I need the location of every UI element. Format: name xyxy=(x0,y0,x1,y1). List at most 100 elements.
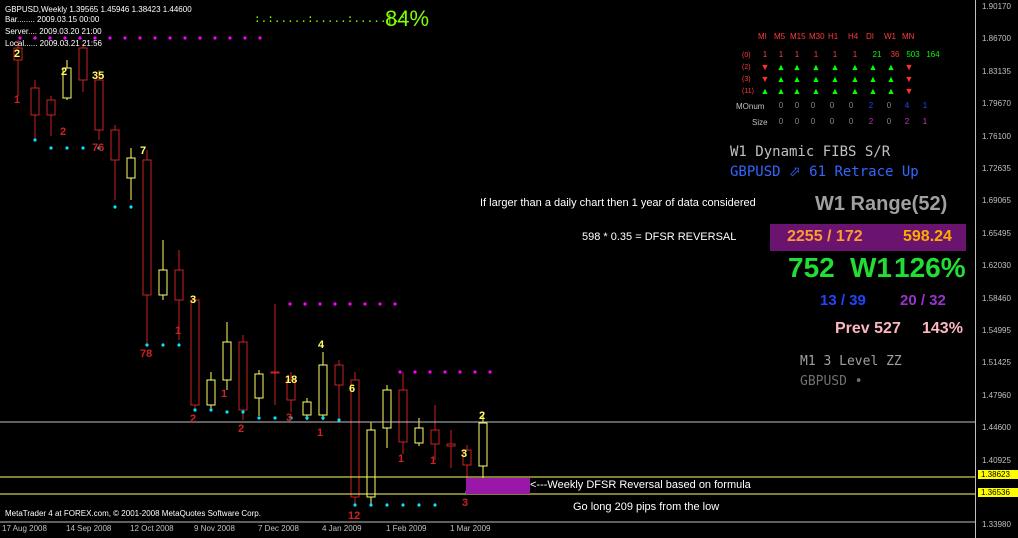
magenta-dot xyxy=(153,36,157,40)
date-axis-label: 1 Feb 2009 xyxy=(386,524,427,533)
price-tag: 1.38623 xyxy=(978,470,1018,479)
candles-layer xyxy=(13,40,488,505)
candle-label: 1 xyxy=(398,453,405,465)
magenta-dot xyxy=(288,302,292,306)
tf-arrow-icon: ▲ xyxy=(792,62,802,72)
tf-row0-value: 36 xyxy=(890,50,900,59)
range-big-pips: 752 xyxy=(788,252,835,283)
candle-body xyxy=(238,341,248,411)
candle-label: 7 xyxy=(140,145,147,157)
cyan-dot xyxy=(417,503,421,507)
magenta-dot xyxy=(198,36,202,40)
server-info: Server.... 2009.03.20 21:00 xyxy=(5,27,102,36)
candle-label: 1 xyxy=(317,427,324,439)
candle-body xyxy=(254,373,264,399)
footer-copyright: MetaTrader 4 at FOREX.com, © 2001-2008 M… xyxy=(5,509,261,518)
candle-label: 3 xyxy=(461,448,468,460)
tf-row0-value: 1 xyxy=(813,50,819,59)
golong-annotation: Go long 209 pips from the low xyxy=(573,501,720,513)
candle-label: 3 xyxy=(286,412,293,424)
tf-row0-value: 503 xyxy=(906,50,920,59)
tf-header: H4 xyxy=(848,32,859,41)
candle-label: 1 xyxy=(221,388,228,400)
cyan-dot xyxy=(177,343,181,347)
candle-label: 1 xyxy=(430,455,437,467)
candle-label: 2 xyxy=(479,410,486,422)
tf-arrow-icon: ▲ xyxy=(868,74,878,84)
tf-arrow-icon: ▲ xyxy=(850,74,860,84)
tf-arrow-icon: ▲ xyxy=(811,74,821,84)
cyan-dot xyxy=(401,503,405,507)
candle-body xyxy=(430,429,440,445)
magenta-dot xyxy=(213,36,217,40)
size-value: 0 xyxy=(848,117,854,126)
cyan-dot xyxy=(33,138,37,142)
tf-row-label: (2) xyxy=(742,64,751,71)
tf-header: MN xyxy=(902,32,915,41)
zz-symbol: GBPUSD • xyxy=(800,374,863,389)
magenta-dot xyxy=(108,36,112,40)
price-axis-label: 1.90170 xyxy=(982,2,1011,11)
cyan-dot xyxy=(65,146,69,150)
tf-arrow-icon: ▲ xyxy=(850,62,860,72)
price-axis-label: 1.69065 xyxy=(982,196,1011,206)
date-axis-label: 12 Oct 2008 xyxy=(130,524,174,533)
cyan-dot xyxy=(257,416,261,420)
tf-header: M5 xyxy=(774,32,786,41)
range-ratio: 2255 / 172 xyxy=(787,228,863,245)
tf-arrow-icon: ▲ xyxy=(830,62,840,72)
cyan-dot xyxy=(161,343,165,347)
monum-value: 0 xyxy=(848,101,854,110)
tf-row0-value: 21 xyxy=(872,50,882,59)
candle-body xyxy=(46,99,56,116)
magenta-dot xyxy=(488,370,492,374)
candle-label: 18 xyxy=(285,374,298,386)
tf-header: DI xyxy=(866,32,874,41)
tf-arrow-icon: ▼ xyxy=(904,74,914,84)
price-axis-label: 1.51425 xyxy=(982,358,1011,368)
size-value: 1 xyxy=(922,117,928,126)
range-right-ratio: 20 / 32 xyxy=(900,292,946,309)
range-prev: Prev 527 xyxy=(835,320,901,337)
range-big-tf: W1 xyxy=(850,252,892,283)
cyan-dot xyxy=(305,416,309,420)
candle-body xyxy=(222,341,232,381)
cyan-dot xyxy=(113,205,117,209)
candle-label: 2 xyxy=(238,423,245,435)
range-formula: 598 * 0.35 = DFSR REVERSAL xyxy=(582,231,737,243)
magenta-dot xyxy=(303,302,307,306)
cyan-dot xyxy=(337,418,341,422)
price-axis-label: 1.62030 xyxy=(982,261,1011,271)
tf-arrow-icon: ▼ xyxy=(904,86,914,96)
cyan-dot xyxy=(145,343,149,347)
candle-body xyxy=(414,427,424,444)
price-axis-label: 1.54995 xyxy=(982,326,1011,335)
reversal-annotation: <---Weekly DFSR Reversal based on formul… xyxy=(530,479,751,491)
candle-label: 2 xyxy=(60,126,67,138)
date-axis-label: 17 Aug 2008 xyxy=(2,524,47,533)
tf-arrow-icon: ▲ xyxy=(886,74,896,84)
date-axis-label: 14 Sep 2008 xyxy=(66,524,112,533)
candle-label: 78 xyxy=(140,348,153,360)
magenta-dot xyxy=(348,302,352,306)
date-axis-label: 7 Dec 2008 xyxy=(258,524,299,533)
tf-arrow-icon: ▲ xyxy=(850,86,860,96)
magenta-dot xyxy=(333,302,337,306)
range-note: If larger than a daily chart then 1 year… xyxy=(480,197,756,209)
price-axis-label: 1.33980 xyxy=(982,520,1011,530)
price-axis-label: 1.79670 xyxy=(982,99,1011,109)
tf-row-label: (3) xyxy=(742,76,751,83)
candle-label: 1 xyxy=(14,94,21,106)
cyan-dot xyxy=(193,408,197,412)
magenta-dot xyxy=(428,370,432,374)
tf-arrow-icon: ▲ xyxy=(868,86,878,96)
magenta-dot xyxy=(443,370,447,374)
price-axis-label: 1.72635 xyxy=(982,164,1011,173)
tf-arrow-icon: ▲ xyxy=(886,62,896,72)
monum-value: 0 xyxy=(810,101,816,110)
candle-label: 2 xyxy=(190,413,197,425)
monum-value: 4 xyxy=(904,101,910,110)
magenta-dot xyxy=(243,36,247,40)
fibs-subtitle: GBPUSD ⬀ 61 Retrace Up xyxy=(730,164,919,180)
magenta-dot xyxy=(398,370,402,374)
